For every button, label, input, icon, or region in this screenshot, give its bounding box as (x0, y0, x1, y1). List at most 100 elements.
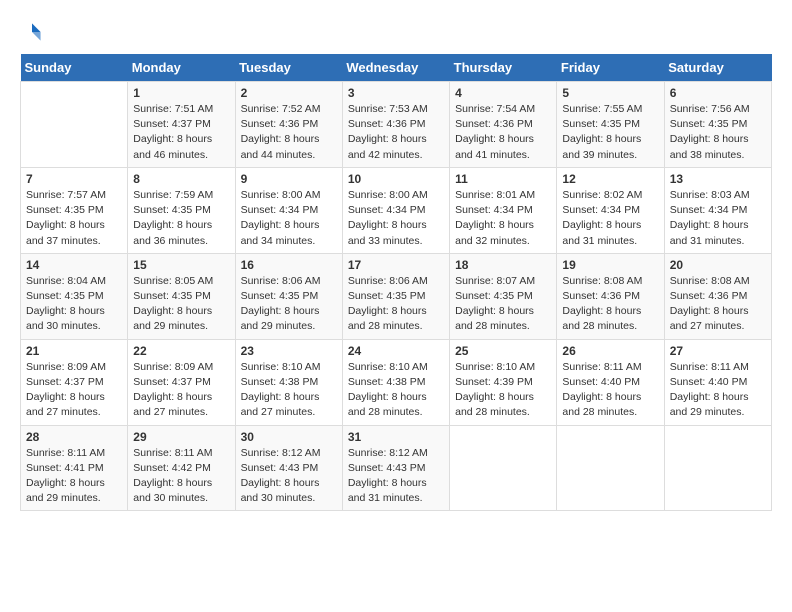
day-number: 27 (670, 344, 766, 358)
calendar-cell: 8Sunrise: 7:59 AMSunset: 4:35 PMDaylight… (128, 167, 235, 253)
day-header-tuesday: Tuesday (235, 54, 342, 82)
sunset: Sunset: 4:42 PM (133, 462, 211, 474)
cell-content: Sunrise: 7:51 AMSunset: 4:37 PMDaylight:… (133, 102, 229, 163)
calendar-cell: 20Sunrise: 8:08 AMSunset: 4:36 PMDayligh… (664, 253, 771, 339)
cell-content: Sunrise: 8:04 AMSunset: 4:35 PMDaylight:… (26, 274, 122, 335)
calendar-cell: 17Sunrise: 8:06 AMSunset: 4:35 PMDayligh… (342, 253, 449, 339)
sunrise: Sunrise: 8:11 AM (26, 447, 105, 459)
sunset: Sunset: 4:34 PM (562, 204, 640, 216)
daylight: Daylight: 8 hours and 29 minutes. (670, 391, 749, 418)
daylight: Daylight: 8 hours and 29 minutes. (133, 305, 212, 332)
sunset: Sunset: 4:37 PM (26, 376, 104, 388)
daylight: Daylight: 8 hours and 29 minutes. (26, 477, 105, 504)
daylight: Daylight: 8 hours and 28 minutes. (455, 391, 534, 418)
calendar-cell: 18Sunrise: 8:07 AMSunset: 4:35 PMDayligh… (450, 253, 557, 339)
calendar-cell: 3Sunrise: 7:53 AMSunset: 4:36 PMDaylight… (342, 82, 449, 168)
sunrise: Sunrise: 8:00 AM (348, 189, 428, 201)
calendar-header-row: SundayMondayTuesdayWednesdayThursdayFrid… (21, 54, 772, 82)
cell-content: Sunrise: 8:10 AMSunset: 4:38 PMDaylight:… (241, 360, 337, 421)
day-header-thursday: Thursday (450, 54, 557, 82)
calendar-cell: 9 Sunrise: 8:00 AMSunset: 4:34 PMDaylight… (235, 167, 342, 253)
daylight: Daylight: 8 hours and 27 minutes. (670, 305, 749, 332)
calendar-cell (21, 82, 128, 168)
day-number: 28 (26, 430, 122, 444)
cell-content: Sunrise: 8:12 AMSunset: 4:43 PMDaylight:… (241, 446, 337, 507)
calendar-cell (450, 425, 557, 511)
sunset: Sunset: 4:37 PM (133, 376, 211, 388)
calendar-cell: 15Sunrise: 8:05 AMSunset: 4:35 PMDayligh… (128, 253, 235, 339)
daylight: Daylight: 8 hours and 27 minutes. (133, 391, 212, 418)
cell-content: Sunrise: 7:56 AMSunset: 4:35 PMDaylight:… (670, 102, 766, 163)
calendar-cell: 12Sunrise: 8:02 AMSunset: 4:34 PMDayligh… (557, 167, 664, 253)
daylight: Daylight: 8 hours and 30 minutes. (26, 305, 105, 332)
sunset: Sunset: 4:40 PM (562, 376, 640, 388)
cell-content: Sunrise: 7:53 AMSunset: 4:36 PMDaylight:… (348, 102, 444, 163)
daylight: Daylight: 8 hours and 44 minutes. (241, 133, 320, 160)
sunset: Sunset: 4:40 PM (670, 376, 748, 388)
sunrise: Sunrise: 8:10 AM (348, 361, 428, 373)
sunset: Sunset: 4:35 PM (26, 290, 104, 302)
sunrise: Sunrise: 8:11 AM (670, 361, 749, 373)
day-header-friday: Friday (557, 54, 664, 82)
cell-content: Sunrise: 7:57 AM Sunset: 4:35 PM Daylight:… (26, 188, 122, 249)
calendar-cell: 24Sunrise: 8:10 AMSunset: 4:38 PMDayligh… (342, 339, 449, 425)
sunrise: Sunrise: 8:01 AM (455, 189, 535, 201)
sunset: Sunset: 4:35 PM (455, 290, 533, 302)
sunset: Sunset: 4:41 PM (26, 462, 104, 474)
calendar-cell: 14 Sunrise: 8:04 AMSunset: 4:35 PMDayligh… (21, 253, 128, 339)
calendar-cell: 29Sunrise: 8:11 AMSunset: 4:42 PMDayligh… (128, 425, 235, 511)
logo-icon (20, 20, 44, 44)
cell-content: Sunrise: 7:52 AMSunset: 4:36 PMDaylight:… (241, 102, 337, 163)
cell-content: Sunrise: 8:00 AMSunset: 4:34 PMDaylight:… (241, 188, 337, 249)
calendar-cell: 21Sunrise: 8:09 AMSunset: 4:37 PMDayligh… (21, 339, 128, 425)
day-number: 2 (241, 86, 337, 100)
sunset: Sunset: 4:43 PM (241, 462, 319, 474)
sunset: Sunset: 4:34 PM (670, 204, 748, 216)
daylight: Daylight: 8 hours and 31 minutes. (670, 219, 749, 246)
sunrise: Sunrise: 8:08 AM (562, 275, 642, 287)
sunrise: Sunrise: 8:10 AM (241, 361, 321, 373)
sunset: Sunset: 4:38 PM (241, 376, 319, 388)
day-header-sunday: Sunday (21, 54, 128, 82)
calendar-cell: 31Sunrise: 8:12 AMSunset: 4:43 PMDayligh… (342, 425, 449, 511)
sunset: Sunset: 4:35 PM (133, 290, 211, 302)
cell-content: Sunrise: 8:05 AMSunset: 4:35 PMDaylight:… (133, 274, 229, 335)
calendar-cell: 26Sunrise: 8:11 AMSunset: 4:40 PMDayligh… (557, 339, 664, 425)
cell-content: Sunrise: 8:06 AMSunset: 4:35 PMDaylight:… (241, 274, 337, 335)
sunset: Sunset: 4:34 PM (455, 204, 533, 216)
daylight: Daylight: 8 hours and 32 minutes. (455, 219, 534, 246)
day-number: 1 (133, 86, 229, 100)
daylight: Daylight: 8 hours and 28 minutes. (348, 305, 427, 332)
calendar-week-row: 21Sunrise: 8:09 AMSunset: 4:37 PMDayligh… (21, 339, 772, 425)
calendar-cell: 23Sunrise: 8:10 AMSunset: 4:38 PMDayligh… (235, 339, 342, 425)
sunset: Sunset: 4:36 PM (241, 118, 319, 130)
calendar-cell: 5Sunrise: 7:55 AMSunset: 4:35 PMDaylight… (557, 82, 664, 168)
calendar-cell: 1 Sunrise: 7:51 AMSunset: 4:37 PMDaylight… (128, 82, 235, 168)
day-number: 9 (241, 172, 337, 186)
daylight: Daylight: 8 hours and 37 minutes. (26, 219, 105, 246)
daylight: Daylight: 8 hours and 28 minutes. (348, 391, 427, 418)
sunset: Sunset: 4:36 PM (670, 290, 748, 302)
daylight: Daylight: 8 hours and 27 minutes. (26, 391, 105, 418)
calendar-week-row: 7Sunrise: 7:57 AMSunset: 4:35 PMDaylight… (21, 167, 772, 253)
calendar-cell: 13Sunrise: 8:03 AMSunset: 4:34 PMDayligh… (664, 167, 771, 253)
day-number: 10 (348, 172, 444, 186)
daylight: Daylight: 8 hours and 31 minutes. (348, 477, 427, 504)
daylight: Daylight: 8 hours and 39 minutes. (562, 133, 641, 160)
sunrise: Sunrise: 7:57 AM (26, 189, 106, 201)
calendar-cell: 16 Sunrise: 8:06 AMSunset: 4:35 PMDayligh… (235, 253, 342, 339)
cell-content: Sunrise: 8:03 AMSunset: 4:34 PMDaylight:… (670, 188, 766, 249)
sunset: Sunset: 4:35 PM (26, 204, 104, 216)
sunset: Sunset: 4:38 PM (348, 376, 426, 388)
day-number: 29 (133, 430, 229, 444)
day-number: 16 (241, 258, 337, 272)
day-number: 14 (26, 258, 122, 272)
sunrise: Sunrise: 7:51 AM (133, 103, 213, 115)
calendar-cell: 28 Sunrise: 8:11 AM Sunset: 4:41 PM Dayligh… (21, 425, 128, 511)
sunrise: Sunrise: 8:11 AM (133, 447, 212, 459)
daylight: Daylight: 8 hours and 28 minutes. (455, 305, 534, 332)
calendar-cell: 2 Sunrise: 7:52 AMSunset: 4:36 PMDaylight… (235, 82, 342, 168)
cell-content: Sunrise: 8:11 AMSunset: 4:42 PMDaylight:… (133, 446, 229, 507)
sunrise: Sunrise: 8:12 AM (241, 447, 321, 459)
calendar-cell: 6Sunrise: 7:56 AMSunset: 4:35 PMDaylight… (664, 82, 771, 168)
